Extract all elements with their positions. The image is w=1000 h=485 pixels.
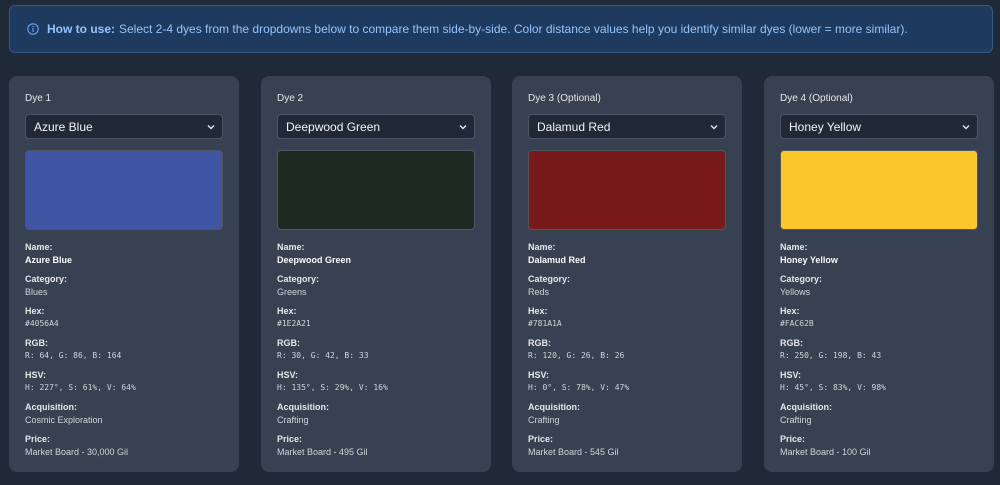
rgb-label: RGB:	[25, 338, 48, 348]
dye-select-2[interactable]: Deepwood Green	[277, 114, 475, 139]
dye-name: Dalamud Red	[528, 255, 586, 265]
hsv-label: HSV:	[528, 370, 550, 380]
price-label: Price:	[528, 434, 554, 444]
chevron-down-icon	[710, 124, 718, 129]
dye-acquisition: Crafting	[780, 415, 812, 425]
dye-hex: #FAC62B	[780, 319, 814, 328]
hex-label: Hex:	[780, 306, 800, 316]
dye-select-4[interactable]: Honey Yellow	[780, 114, 978, 139]
info-circle-icon	[27, 23, 39, 35]
acquisition-label: Acquisition:	[277, 402, 329, 412]
dye-card-4: Dye 4 (Optional) Honey Yellow Name: Honey…	[764, 76, 994, 472]
category-label: Category:	[780, 274, 823, 284]
dye-hsv: H: 45°, S: 83%, V: 98%	[780, 383, 886, 392]
chevron-down-icon	[459, 124, 467, 129]
dye-price: Market Board - 100 Gil	[780, 447, 871, 457]
dye-acquisition: Crafting	[528, 415, 560, 425]
category-label: Category:	[277, 274, 320, 284]
price-label: Price:	[25, 434, 51, 444]
dye-price: Market Board - 30,000 Gil	[25, 447, 129, 457]
dye-price: Market Board - 495 Gil	[277, 447, 368, 457]
dye-rgb: R: 30, G: 42, B: 33	[277, 351, 369, 360]
dye-name: Honey Yellow	[780, 255, 838, 265]
dye-category: Greens	[277, 287, 307, 297]
dye-category: Blues	[25, 287, 48, 297]
chevron-down-icon	[962, 124, 970, 129]
rgb-label: RGB:	[277, 338, 300, 348]
dye-category: Yellows	[780, 287, 811, 297]
dye-hex: #1E2A21	[277, 319, 311, 328]
rgb-label: RGB:	[528, 338, 551, 348]
dye-slot-label: Dye 4 (Optional)	[780, 93, 853, 104]
dye-slot-label: Dye 1	[25, 93, 52, 104]
color-swatch	[277, 150, 475, 230]
category-label: Category:	[25, 274, 68, 284]
dye-acquisition: Cosmic Exploration	[25, 415, 103, 425]
rgb-label: RGB:	[780, 338, 803, 348]
dye-select-1[interactable]: Azure Blue	[25, 114, 223, 139]
dye-category: Reds	[528, 287, 550, 297]
dye-card-3: Dye 3 (Optional) Dalamud Red Name: Dalamu…	[512, 76, 742, 472]
dye-hex: #781A1A	[528, 319, 562, 328]
dye-price: Market Board - 545 Gil	[528, 447, 619, 457]
dye-rgb: R: 250, G: 198, B: 43	[780, 351, 882, 360]
name-label: Name:	[277, 242, 305, 252]
dye-hex: #4056A4	[25, 319, 59, 328]
price-label: Price:	[780, 434, 806, 444]
hsv-label: HSV:	[780, 370, 802, 380]
chevron-down-icon	[207, 124, 215, 129]
dye-slot-label: Dye 3 (Optional)	[528, 93, 601, 104]
dye-hsv: H: 227°, S: 61%, V: 64%	[25, 383, 136, 392]
color-swatch	[780, 150, 978, 230]
dye-card-1: Dye 1 Azure Blue Name: Azure Blue Categor…	[9, 76, 239, 472]
dye-hsv: H: 0°, S: 78%, V: 47%	[528, 383, 630, 392]
category-label: Category:	[528, 274, 571, 284]
dye-select-value: Azure Blue	[34, 119, 93, 134]
dye-slot-label: Dye 2	[277, 93, 304, 104]
color-swatch	[528, 150, 726, 230]
hsv-label: HSV:	[277, 370, 299, 380]
dye-select-value: Honey Yellow	[789, 119, 862, 134]
dye-select-value: Dalamud Red	[537, 119, 611, 134]
price-label: Price:	[277, 434, 303, 444]
dye-select-3[interactable]: Dalamud Red	[528, 114, 726, 139]
dye-name: Deepwood Green	[277, 255, 352, 265]
dye-hsv: H: 135°, S: 29%, V: 16%	[277, 383, 388, 392]
name-label: Name:	[528, 242, 556, 252]
hsv-label: HSV:	[25, 370, 47, 380]
color-swatch	[25, 150, 223, 230]
hex-label: Hex:	[277, 306, 297, 316]
dye-name: Azure Blue	[25, 255, 73, 265]
dye-acquisition: Crafting	[277, 415, 309, 425]
acquisition-label: Acquisition:	[528, 402, 580, 412]
acquisition-label: Acquisition:	[25, 402, 77, 412]
dye-rgb: R: 120, G: 26, B: 26	[528, 351, 625, 360]
how-to-use-banner: How to use: Select 2-4 dyes from the dro…	[9, 5, 993, 53]
dye-card-2: Dye 2 Deepwood Green Name: Deepwood Green…	[261, 76, 491, 472]
hex-label: Hex:	[528, 306, 548, 316]
banner-heading: How to use:	[47, 22, 115, 36]
dye-rgb: R: 64, G: 86, B: 164	[25, 351, 122, 360]
name-label: Name:	[780, 242, 808, 252]
acquisition-label: Acquisition:	[780, 402, 832, 412]
dye-select-value: Deepwood Green	[286, 119, 381, 134]
name-label: Name:	[25, 242, 53, 252]
hex-label: Hex:	[25, 306, 45, 316]
banner-text: Select 2-4 dyes from the dropdowns below…	[119, 22, 908, 36]
